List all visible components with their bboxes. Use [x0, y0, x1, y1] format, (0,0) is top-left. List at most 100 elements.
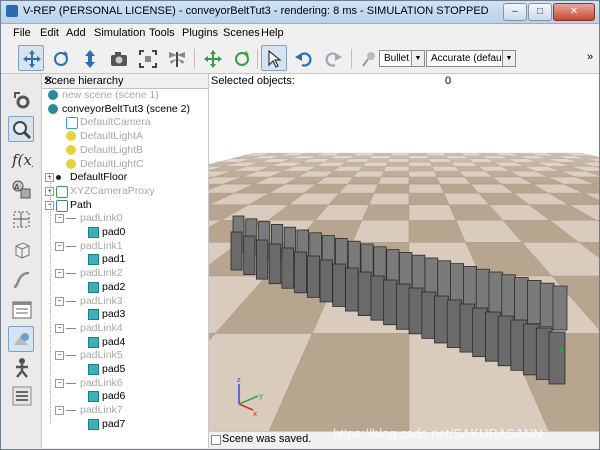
hierarchy-item[interactable]: − padLink5 [42, 349, 208, 362]
path-curve-icon [13, 271, 30, 289]
hierarchy-item[interactable]: pad0 [42, 226, 208, 239]
calculation-modules-button[interactable]: f(x) [8, 146, 34, 172]
shape-cube-icon [88, 227, 99, 238]
hierarchy-item[interactable]: pad4 [42, 336, 208, 349]
hierarchy-item[interactable]: − Path [42, 199, 208, 212]
hierarchy-item-label: new scene (scene 1) [62, 89, 159, 101]
shape-cube-icon [88, 254, 99, 266]
hierarchy-item-label: pad2 [102, 280, 126, 293]
models-browser-button[interactable] [8, 296, 34, 322]
hierarchy-item[interactable]: − padLink1 [42, 240, 208, 253]
conveyor-pad [462, 265, 477, 309]
object-rotate-icon [235, 51, 249, 66]
object-shift-button[interactable] [199, 45, 225, 71]
undo-icon [295, 52, 312, 67]
hierarchy-item[interactable]: + XYZCameraProxy [42, 185, 208, 198]
collapse-icon[interactable]: − [55, 214, 64, 224]
collapse-icon[interactable]: − [55, 351, 64, 361]
floor-icon [56, 175, 61, 181]
hierarchy-item[interactable]: − padLink7 [42, 404, 208, 417]
hierarchy-item[interactable]: − padLink4 [42, 322, 208, 335]
hierarchy-item[interactable]: DefaultLightA [42, 130, 208, 143]
redo-button[interactable] [319, 45, 345, 71]
conveyor-pad [357, 271, 372, 316]
collapse-icon[interactable]: − [55, 406, 64, 416]
collapse-icon[interactable]: − [55, 378, 64, 388]
conveyor-pad [526, 279, 542, 325]
hierarchy-item[interactable]: pad6 [42, 390, 208, 403]
menu-plugins[interactable]: Plugins [182, 27, 218, 39]
hierarchy-item[interactable]: pad2 [42, 281, 208, 294]
close-button[interactable]: ✕ [553, 3, 595, 21]
scene-hierarchy-header: Scene hierarchy ✕ [42, 74, 208, 89]
hierarchy-item[interactable]: + DefaultFloor [42, 171, 208, 184]
menu-tools[interactable]: Tools [149, 27, 175, 39]
camera-shift-button[interactable] [76, 45, 102, 71]
physics-engine-select[interactable]: Bullet ▼ [379, 50, 425, 67]
hierarchy-item[interactable]: − padLink2 [42, 267, 208, 280]
objects-edit-button[interactable] [8, 236, 34, 262]
camera-angle-button[interactable] [105, 45, 131, 71]
conveyor-pad [552, 285, 568, 331]
layers-button[interactable] [8, 326, 34, 352]
hierarchy-item[interactable]: − padLink3 [42, 295, 208, 308]
menu-file[interactable]: File [13, 27, 31, 39]
object-rotate-button[interactable] [228, 45, 254, 71]
shape-cube-icon [88, 391, 99, 403]
status-expand-icon[interactable] [211, 435, 221, 445]
manipulate-button[interactable] [163, 45, 189, 71]
engine-accuracy-select[interactable]: Accurate (default) ▼ [426, 50, 516, 67]
maximize-button[interactable]: □ [528, 3, 552, 21]
shapes-edit-button[interactable] [8, 206, 34, 232]
hierarchy-item[interactable]: conveyorBeltTut3 (scene 2) [42, 103, 208, 116]
hierarchy-item[interactable]: DefaultLightC [42, 158, 208, 171]
path-edit-button[interactable] [8, 266, 34, 292]
dynamics-toggle-button[interactable] [355, 45, 381, 71]
selected-objects-count: 0 [445, 75, 452, 87]
collapse-icon[interactable]: − [55, 296, 64, 306]
light-bulb-icon [66, 131, 76, 142]
collapse-icon[interactable]: − [55, 269, 64, 279]
hierarchy-item[interactable]: DefaultCamera [42, 116, 208, 130]
proxy-icon [56, 185, 68, 198]
camera-pan-button[interactable] [18, 45, 44, 71]
conveyor-pad [383, 279, 398, 326]
scene-hierarchy-button[interactable] [8, 116, 34, 142]
minimize-button[interactable]: – [503, 3, 527, 21]
collapse-icon[interactable]: − [55, 241, 64, 251]
close-panel-icon[interactable]: ✕ [44, 74, 205, 87]
hierarchy-item[interactable]: pad3 [42, 308, 208, 321]
hierarchy-item[interactable]: DefaultLightB [42, 144, 208, 157]
menu-simulation[interactable]: Simulation [94, 27, 145, 39]
user-settings-button[interactable] [8, 382, 34, 408]
hierarchy-item[interactable]: pad7 [42, 418, 208, 431]
fit-to-view-button[interactable] [134, 45, 160, 71]
gear-arrows-icon [14, 92, 30, 109]
hierarchy-item[interactable]: − padLink0 [42, 212, 208, 225]
conveyor-pad [294, 251, 307, 294]
hierarchy-item-label: padLink2 [80, 267, 123, 280]
hierarchy-item[interactable]: pad1 [42, 253, 208, 266]
undo-button[interactable] [290, 45, 316, 71]
dummy-icon [66, 296, 76, 302]
scene-3d-view[interactable]: z x y [209, 74, 599, 448]
collections-button[interactable]: A [8, 176, 34, 202]
camera-icon [66, 117, 78, 130]
redo-icon [325, 52, 342, 67]
camera-rotate-button[interactable] [47, 45, 73, 71]
avatar-button[interactable] [8, 354, 34, 380]
menu-edit[interactable]: Edit [40, 27, 59, 39]
menu-scenes[interactable]: Scenes [223, 27, 260, 39]
menu-add[interactable]: Add [66, 27, 86, 39]
hierarchy-item[interactable]: − padLink6 [42, 377, 208, 390]
simulation-settings-button[interactable] [8, 86, 34, 112]
scene-viewport[interactable]: z x y [209, 74, 599, 448]
hierarchy-item[interactable]: new scene (scene 1) [42, 89, 208, 102]
floor-tile [408, 204, 457, 221]
click-select-button[interactable] [261, 45, 287, 71]
menu-help[interactable]: Help [261, 27, 284, 39]
toolbar-overflow-button[interactable]: » [587, 51, 593, 63]
toolbar-separator [351, 49, 352, 69]
collapse-icon[interactable]: − [55, 323, 64, 333]
hierarchy-item[interactable]: pad5 [42, 363, 208, 376]
